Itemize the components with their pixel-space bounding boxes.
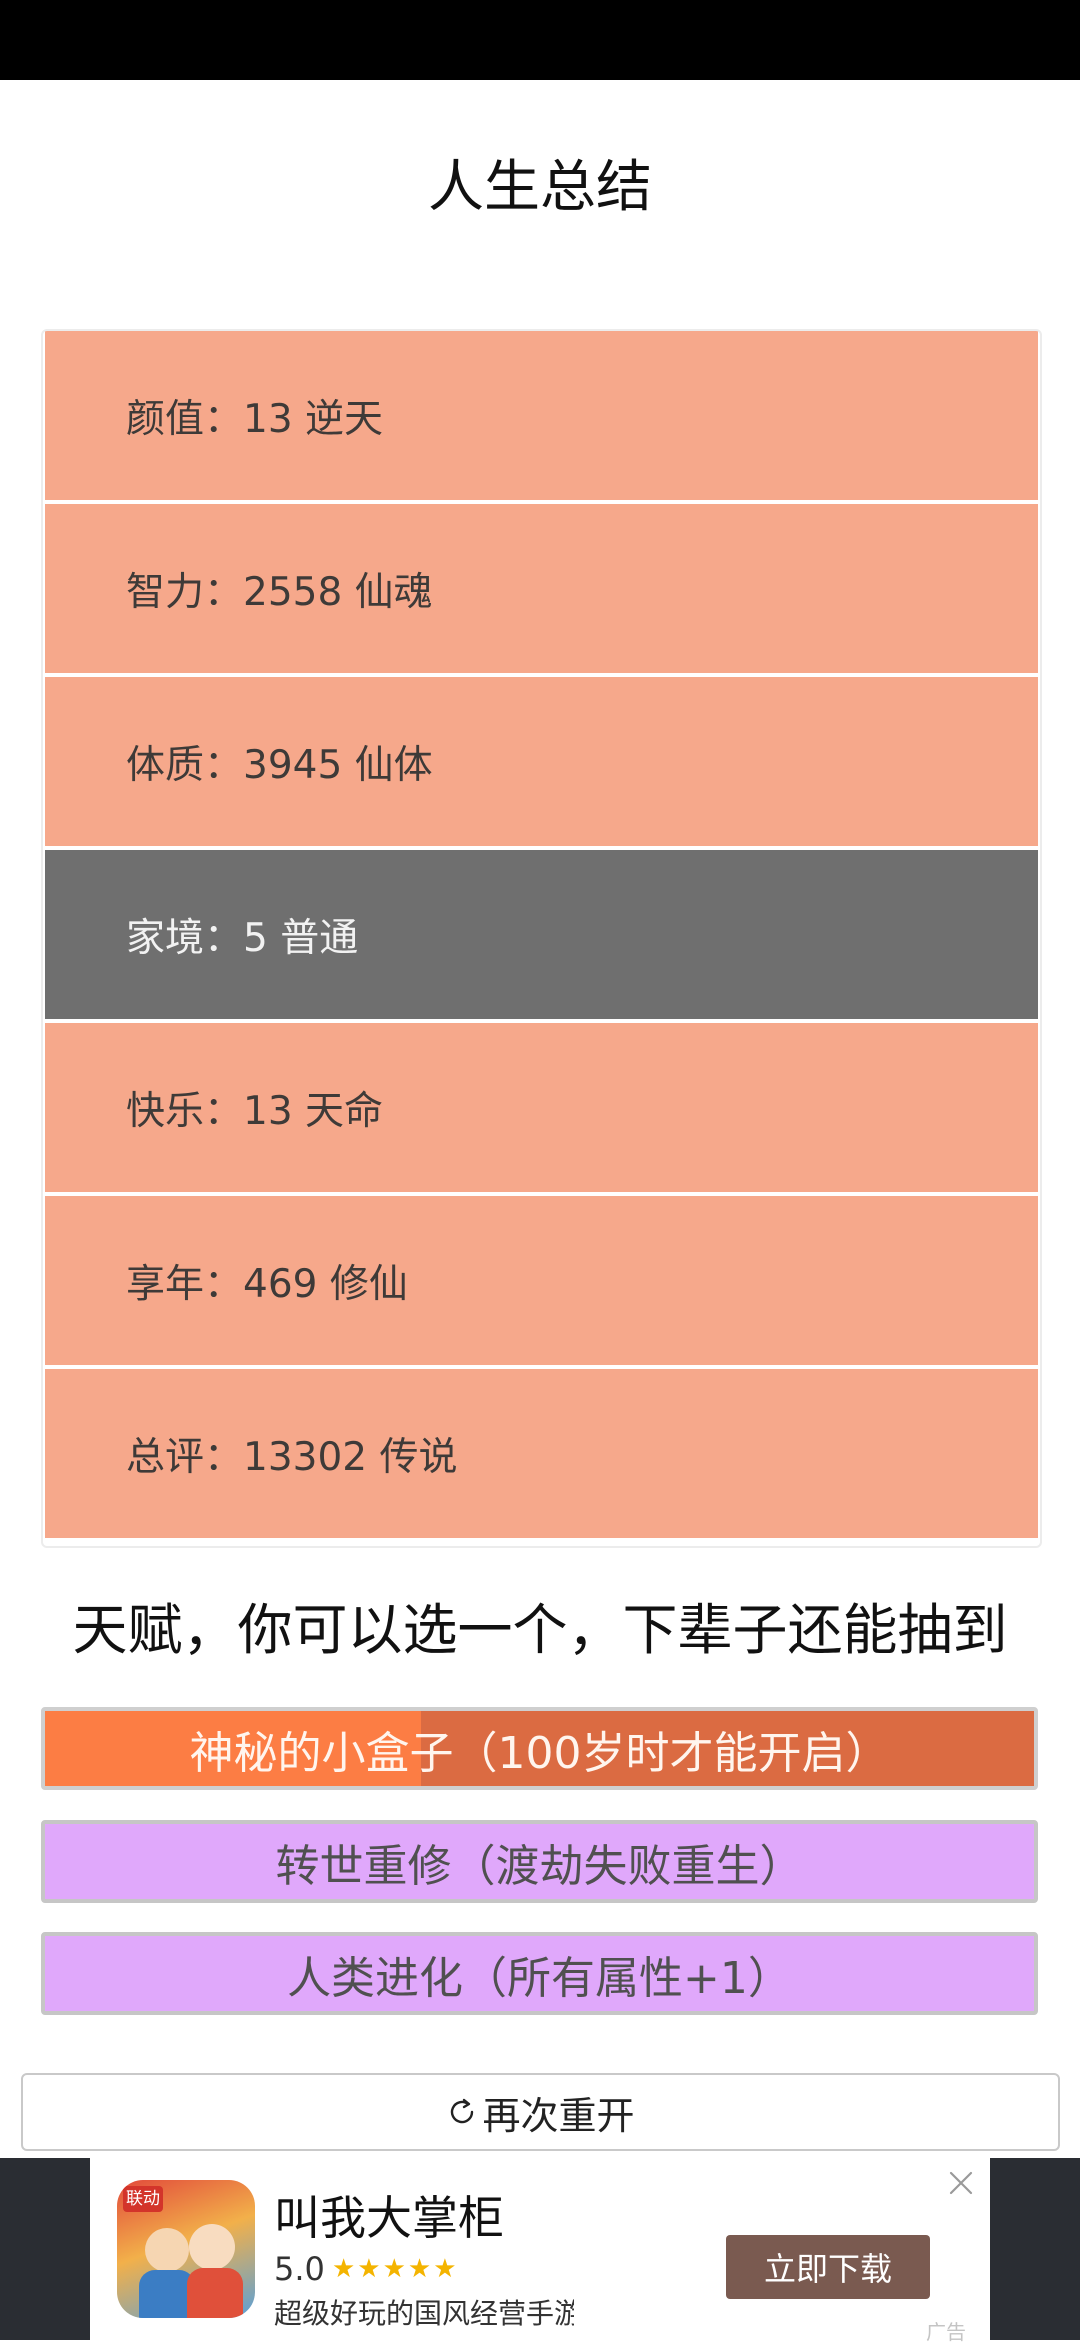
talent-heading: 天赋，你可以选一个，下辈子还能抽到 bbox=[72, 1598, 1008, 1662]
talent-label: 神秘的小盒子（100岁时才能开启） bbox=[189, 1727, 890, 1779]
stat-text: 享年：469 修仙 bbox=[126, 1261, 408, 1307]
stat-text: 快乐：13 天命 bbox=[126, 1088, 384, 1134]
talent-option-evolution[interactable]: 人类进化（所有属性+1） bbox=[41, 1932, 1038, 2015]
character-face-icon bbox=[189, 2224, 235, 2270]
stat-row-intelligence: 智力：2558 仙魂 bbox=[45, 504, 1038, 673]
talent-label: 转世重修（渡劫失败重生） bbox=[275, 1840, 804, 1892]
stat-row-family: 家境：5 普通 bbox=[45, 850, 1038, 1019]
page-title: 人生总结 bbox=[428, 155, 652, 220]
ad-description: 超级好玩的国风经营手游，运用... bbox=[274, 2297, 574, 2330]
icon-badge: 联动 bbox=[123, 2186, 163, 2212]
ad-label: 广告 bbox=[926, 2320, 966, 2344]
talent-option-reincarnation[interactable]: 转世重修（渡劫失败重生） bbox=[41, 1820, 1038, 1903]
ad-card[interactable]: 联动 叫我大掌柜 5.0 ★★★★★ 超级好玩的国风经营手游，运用... 立即下… bbox=[90, 2158, 990, 2344]
stat-row-overall: 总评：13302 传说 bbox=[45, 1369, 1038, 1538]
ad-title[interactable]: 叫我大掌柜 bbox=[274, 2182, 504, 2248]
stat-row-lifespan: 享年：469 修仙 bbox=[45, 1196, 1038, 1365]
character-face-icon bbox=[145, 2228, 189, 2272]
character-body-icon bbox=[187, 2268, 243, 2318]
stat-text: 总评：13302 传说 bbox=[126, 1434, 458, 1480]
stat-text: 家境：5 普通 bbox=[126, 915, 359, 961]
stat-text: 智力：2558 仙魂 bbox=[126, 569, 433, 615]
stat-row-happiness: 快乐：13 天命 bbox=[45, 1023, 1038, 1192]
download-button[interactable]: 立即下载 bbox=[726, 2235, 930, 2299]
stat-text: 颜值：13 逆天 bbox=[126, 396, 384, 442]
stat-text: 体质：3945 仙体 bbox=[126, 742, 433, 788]
game-app-icon[interactable]: 联动 bbox=[117, 2180, 255, 2318]
refresh-icon bbox=[451, 2098, 474, 2124]
restart-button[interactable]: 再次重开 bbox=[21, 2073, 1060, 2151]
ad-banner: 联动 叫我大掌柜 5.0 ★★★★★ 超级好玩的国风经营手游，运用... 立即下… bbox=[0, 2158, 1080, 2344]
status-bar bbox=[0, 0, 1080, 80]
close-icon[interactable] bbox=[946, 2168, 976, 2198]
stat-row-appearance: 颜值：13 逆天 bbox=[45, 331, 1038, 500]
talent-option-mystery-box[interactable]: 神秘的小盒子（100岁时才能开启） bbox=[41, 1707, 1038, 1790]
star-rating-icon: ★★★★★ bbox=[332, 2254, 459, 2284]
talent-label: 人类进化（所有属性+1） bbox=[287, 1952, 792, 2004]
stats-panel: 颜值：13 逆天 智力：2558 仙魂 体质：3945 仙体 家境：5 普通 快… bbox=[41, 329, 1042, 1548]
stat-row-constitution: 体质：3945 仙体 bbox=[45, 677, 1038, 846]
restart-label: 再次重开 bbox=[482, 2093, 635, 2138]
ad-rating: 5.0 bbox=[274, 2250, 325, 2288]
